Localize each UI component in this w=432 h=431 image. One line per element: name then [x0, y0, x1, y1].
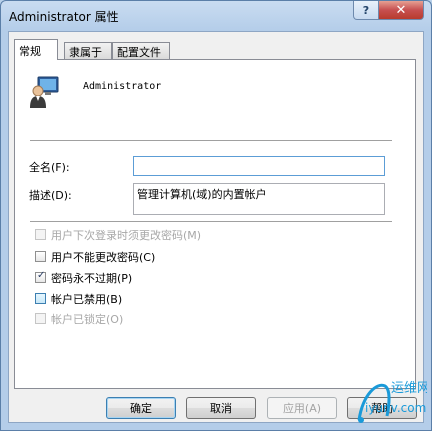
tab-label: 配置文件 — [117, 46, 161, 59]
checkbox-must-change-password[interactable]: 用户下次登录时须更改密码(M) — [35, 227, 201, 242]
tab-general[interactable]: 常规 — [14, 39, 58, 60]
checkbox-label: 密码永不过期(P) — [51, 271, 133, 285]
title-help-button[interactable]: ? — [353, 1, 379, 20]
close-button[interactable]: ✕ — [378, 1, 424, 20]
checkbox-label: 帐户已锁定(O) — [51, 312, 124, 326]
checkbox-label: 用户下次登录时须更改密码(M) — [51, 228, 202, 242]
title-bar[interactable]: Administrator 属性 ? ✕ — [1, 1, 431, 31]
separator — [30, 221, 392, 222]
ok-button[interactable]: 确定 — [106, 397, 176, 419]
tab-label: 隶属于 — [69, 46, 102, 59]
checkbox-cannot-change-password[interactable]: 用户不能更改密码(C) — [35, 249, 155, 264]
question-icon: ? — [362, 3, 370, 17]
general-panel: Administrator 全名(F): 描述(D): 管理计算机(域)的内置帐… — [14, 59, 416, 389]
tab-member-of[interactable]: 隶属于 — [64, 42, 112, 59]
cancel-button[interactable]: 取消 — [186, 397, 256, 419]
checkbox-box[interactable] — [35, 251, 46, 262]
checkbox-box[interactable] — [35, 313, 46, 324]
description-label: 描述(D): — [29, 189, 72, 202]
tab-profile[interactable]: 配置文件 — [112, 42, 170, 59]
checkbox-box[interactable]: ✓ — [35, 270, 46, 283]
checkbox-account-disabled[interactable]: 帐户已禁用(B) — [35, 291, 122, 306]
watermark-text: 运维网 — [391, 381, 427, 396]
fullname-label: 全名(F): — [29, 161, 70, 174]
checkbox-account-locked[interactable]: 帐户已锁定(O) — [35, 311, 123, 326]
dialog-content: 常规 隶属于 配置文件 Administrator 全名(F): 描述(D): … — [8, 31, 424, 423]
checkbox-password-never-expires[interactable]: ✓ 密码永不过期(P) — [35, 270, 132, 285]
user-name: Administrator — [83, 81, 162, 92]
user-icon — [30, 76, 59, 108]
check-icon: ✓ — [37, 270, 46, 281]
description-input[interactable]: 管理计算机(域)的内置帐户 — [133, 183, 385, 215]
tab-label: 常规 — [19, 45, 41, 58]
window-title: Administrator 属性 — [9, 10, 119, 24]
checkbox-box[interactable] — [35, 229, 46, 240]
watermark-url: iyunv.com — [365, 401, 426, 415]
fullname-input[interactable] — [133, 156, 385, 176]
close-icon: ✕ — [395, 2, 407, 18]
watermark-logo: 运维网 iyunv.com — [357, 381, 427, 423]
checkbox-label: 帐户已禁用(B) — [51, 292, 123, 306]
separator — [30, 140, 392, 141]
properties-window: Administrator 属性 ? ✕ 常规 隶属于 配置文件 Adminis… — [0, 0, 432, 431]
apply-button[interactable]: 应用(A) — [267, 397, 337, 419]
checkbox-label: 用户不能更改密码(C) — [51, 250, 156, 264]
checkbox-box[interactable] — [35, 293, 46, 304]
